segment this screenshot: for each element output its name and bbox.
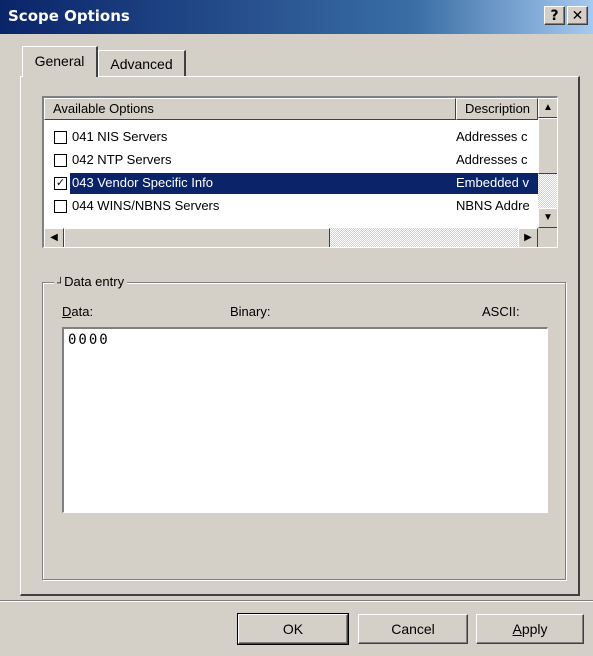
dialog-title: Scope Options xyxy=(8,7,130,25)
list-item-selected[interactable]: ✓ 043 Vendor Specific Info Embedded v xyxy=(44,173,538,194)
list-item[interactable]: 041 NIS Servers Addresses c xyxy=(44,127,538,148)
ascii-label: ASCII: xyxy=(482,304,520,319)
column-header-description[interactable]: Description xyxy=(456,98,538,120)
option-checkbox-checked[interactable]: ✓ xyxy=(54,177,67,190)
scroll-right-button[interactable]: ▶ xyxy=(518,228,538,247)
option-description: NBNS Addre xyxy=(456,198,530,213)
list-item[interactable]: 044 WINS/NBNS Servers NBNS Addre xyxy=(44,196,538,217)
vertical-scroll-thumb[interactable] xyxy=(538,118,557,174)
scroll-left-button[interactable]: ◀ xyxy=(44,228,64,247)
close-button[interactable]: ✕ xyxy=(567,6,588,25)
tab-general[interactable]: General xyxy=(22,46,98,77)
option-description: Addresses c xyxy=(456,152,528,167)
data-entry-group-label: ┘Data entry xyxy=(54,274,128,289)
horizontal-scrollbar[interactable]: ◀ ▶ xyxy=(44,228,538,247)
scroll-down-button[interactable]: ▼ xyxy=(538,208,557,228)
scope-options-dialog: Scope Options ? ✕ General Advanced Avail… xyxy=(0,0,593,656)
cancel-button[interactable]: Cancel xyxy=(358,614,468,644)
tab-advanced[interactable]: Advanced xyxy=(98,50,186,76)
option-checkbox[interactable] xyxy=(54,131,67,144)
option-checkbox[interactable] xyxy=(54,200,67,213)
horizontal-scroll-thumb[interactable] xyxy=(64,228,330,247)
option-name: 042 NTP Servers xyxy=(72,152,172,167)
option-name: 041 NIS Servers xyxy=(72,129,168,144)
options-listview[interactable]: Available Options Description 041 NIS Se… xyxy=(42,96,558,248)
ok-button[interactable]: OK xyxy=(237,613,349,645)
scroll-up-button[interactable]: ▲ xyxy=(538,98,557,118)
binary-label: Binary: xyxy=(230,304,271,319)
data-label: Data: xyxy=(62,304,94,319)
vertical-scrollbar[interactable]: ▲ ▼ xyxy=(538,98,557,228)
title-bar[interactable]: Scope Options ? ✕ xyxy=(0,0,593,34)
list-item[interactable]: 042 NTP Servers Addresses c xyxy=(44,150,538,171)
apply-button[interactable]: Apply xyxy=(476,614,584,644)
column-header-available-options[interactable]: Available Options xyxy=(44,98,456,120)
option-name: 043 Vendor Specific Info xyxy=(72,175,213,190)
option-checkbox[interactable] xyxy=(54,154,67,167)
option-description: Addresses c xyxy=(456,129,528,144)
data-entry-field[interactable]: 0000 xyxy=(62,327,548,513)
button-divider xyxy=(0,600,593,602)
option-description: Embedded v xyxy=(456,175,529,190)
scrollbar-corner xyxy=(538,228,557,247)
option-name: 044 WINS/NBNS Servers xyxy=(72,198,220,213)
list-header: Available Options Description xyxy=(44,98,538,120)
help-button[interactable]: ? xyxy=(544,6,565,25)
